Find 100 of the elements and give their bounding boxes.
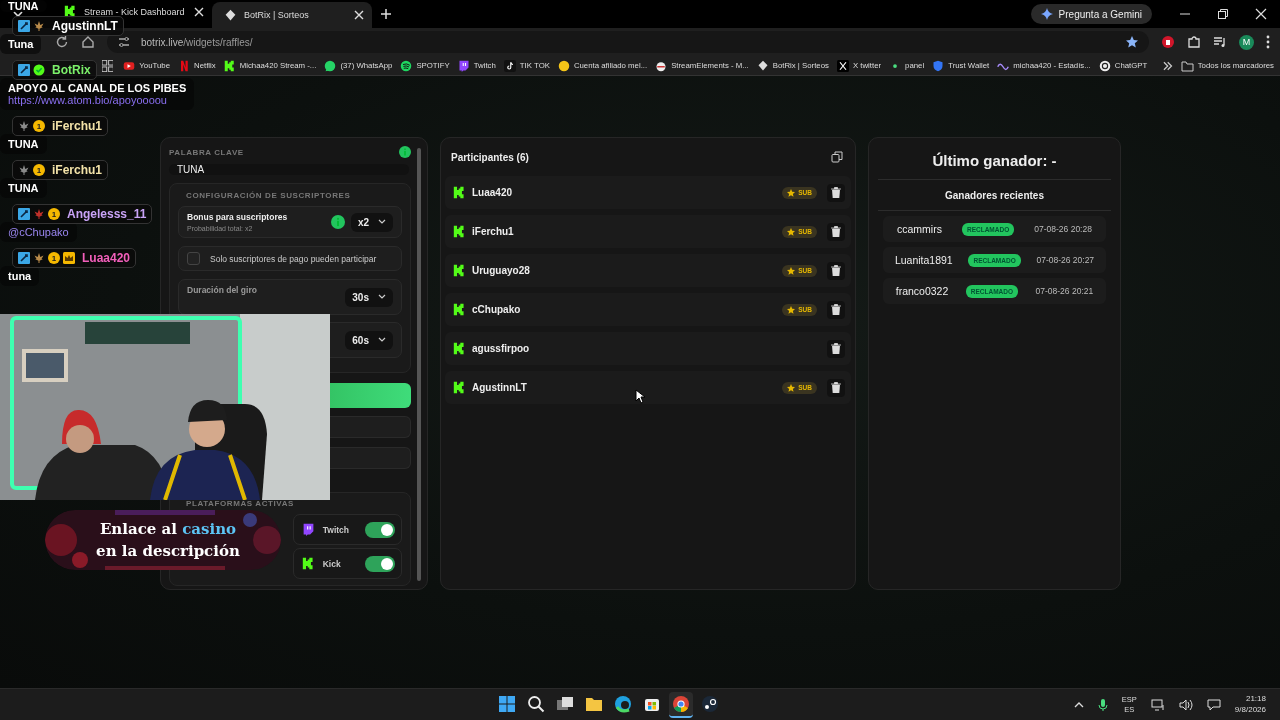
kick-logo-icon xyxy=(301,557,315,570)
chat-user-label: 1 Luaa420 xyxy=(12,248,137,268)
kick-logo-icon xyxy=(453,303,466,316)
toggle-switch[interactable] xyxy=(365,521,395,538)
chevron-down-icon xyxy=(378,294,386,300)
kick-logo-icon xyxy=(453,342,466,355)
trash-icon xyxy=(831,265,841,276)
chat-user-label: 1 iFerchu1 xyxy=(12,160,108,180)
chat-user-label: 1 Angelesss_11 xyxy=(12,204,153,224)
more-chevron-icon[interactable] xyxy=(1163,60,1173,71)
kick-logo-icon xyxy=(453,264,466,277)
chat-text: tuna xyxy=(8,270,32,282)
apps-grid-icon[interactable] xyxy=(102,59,114,72)
media-icon[interactable] xyxy=(1213,35,1227,49)
delete-button[interactable] xyxy=(827,339,845,358)
address-bar[interactable]: botrix.live/widgets/raffles/ xyxy=(107,31,1149,53)
checkbox[interactable] xyxy=(187,252,200,265)
chat-text: TUNA xyxy=(8,0,39,12)
winner-name: ccammirs xyxy=(897,223,942,235)
twitch-logo-icon xyxy=(457,59,470,72)
chrome-logo-icon xyxy=(670,693,691,714)
copy-icon[interactable] xyxy=(831,151,843,163)
menu-icon[interactable] xyxy=(1266,35,1270,49)
chevron-down-icon xyxy=(378,219,386,225)
star-icon[interactable] xyxy=(1125,35,1139,49)
new-tab-icon[interactable] xyxy=(380,8,392,20)
keyword-input[interactable]: TUNA xyxy=(169,164,409,175)
start-button[interactable] xyxy=(330,383,411,408)
kick-logo-icon xyxy=(453,186,466,199)
reload-icon[interactable] xyxy=(55,35,69,49)
cursor-icon xyxy=(635,389,645,404)
chat-link[interactable]: https://www.atom.bio/apoyoooou xyxy=(8,94,167,106)
tab-title: BotRix | Sorteos xyxy=(244,10,310,20)
puzzle-icon[interactable] xyxy=(1187,35,1201,49)
verified-icon xyxy=(33,64,45,76)
url-text: botrix.live/widgets/raffles/ xyxy=(141,36,253,48)
checkbox-label: Solo suscriptores de pago pueden participar xyxy=(210,253,377,264)
profile-avatar[interactable]: M xyxy=(1239,34,1254,50)
delete-button[interactable] xyxy=(827,378,845,397)
winner-time: 07-08-26 20:21 xyxy=(1035,286,1094,296)
delete-button[interactable] xyxy=(827,222,845,241)
toggle-switch[interactable] xyxy=(365,555,395,572)
tier-badge: 1 xyxy=(48,252,60,264)
network-icon[interactable] xyxy=(1150,698,1165,711)
participant-name: agussfirpoo xyxy=(472,343,530,354)
trash-icon xyxy=(831,226,841,237)
trash-icon xyxy=(831,343,841,354)
platform-name: Kick xyxy=(322,558,341,569)
volume-icon[interactable] xyxy=(1178,698,1193,711)
coin-icon xyxy=(557,59,570,72)
duration-label: Duración del giro xyxy=(187,285,257,295)
taskbar-app[interactable] xyxy=(668,691,693,718)
edge-logo-icon xyxy=(612,693,633,714)
chevron-up-icon[interactable] xyxy=(1073,700,1084,709)
tier-badge: 1 xyxy=(48,208,60,220)
chat-bubble-icon xyxy=(324,59,337,72)
delete-button[interactable] xyxy=(827,183,845,202)
participant-name: iFerchu1 xyxy=(472,226,514,237)
duration-dropdown[interactable]: 30s xyxy=(345,287,393,307)
scrollbar[interactable] xyxy=(417,148,421,581)
participant-name: Uruguayo28 xyxy=(472,265,530,276)
windows-logo-icon xyxy=(496,693,517,714)
section-label: PLATAFORMAS ACTIVAS xyxy=(186,499,295,508)
recent-title: Ganadores recientes xyxy=(944,189,1045,203)
home-icon[interactable] xyxy=(81,35,95,49)
chat-text: APOYO AL CANAL DE LOS PIBES xyxy=(8,82,187,94)
trash-icon xyxy=(831,304,841,315)
participant-name: AgustinnLT xyxy=(472,382,527,393)
extension-icon[interactable] xyxy=(1161,35,1175,49)
clock[interactable]: 21:18 9/8/2026 xyxy=(1234,694,1266,715)
tier-badge: 1 xyxy=(33,164,45,176)
browser-tab[interactable]: BotRix | Sorteos xyxy=(212,2,372,28)
kick-logo-icon xyxy=(453,381,466,394)
bonus-dropdown[interactable]: x2 xyxy=(350,212,393,232)
diamond-icon xyxy=(224,8,237,22)
close-icon[interactable] xyxy=(1255,8,1267,20)
duration-dropdown[interactable]: 60s xyxy=(345,330,393,350)
chat-icon[interactable] xyxy=(1206,698,1221,711)
note-icon xyxy=(503,59,516,72)
microphone-icon[interactable] xyxy=(1097,697,1108,712)
info-icon xyxy=(399,146,411,158)
caption-text: Enlace al xyxy=(99,520,178,538)
close-icon[interactable] xyxy=(194,6,204,17)
gemini-button[interactable]: Pregunta a Gemini xyxy=(1030,4,1152,24)
site-settings-icon xyxy=(117,35,131,49)
tab-title: Stream - Kick Dashboard xyxy=(84,6,186,17)
delete-button[interactable] xyxy=(827,261,845,280)
chat-text: Tuna xyxy=(8,38,34,50)
platform-name: Twitch xyxy=(322,524,349,535)
wrench-icon xyxy=(18,208,30,220)
delete-button[interactable] xyxy=(827,300,845,319)
shield-icon xyxy=(932,59,945,72)
browser-tab[interactable]: Stream - Kick Dashboard xyxy=(52,5,212,18)
kick-logo-icon xyxy=(64,5,77,18)
wrench-icon xyxy=(18,252,30,264)
trash-icon xyxy=(831,382,841,393)
restore-icon[interactable] xyxy=(1217,8,1229,20)
bonus-label: Bonus para suscriptores xyxy=(187,212,288,222)
chat-text: TUNA xyxy=(8,182,39,194)
close-icon[interactable] xyxy=(354,10,364,20)
